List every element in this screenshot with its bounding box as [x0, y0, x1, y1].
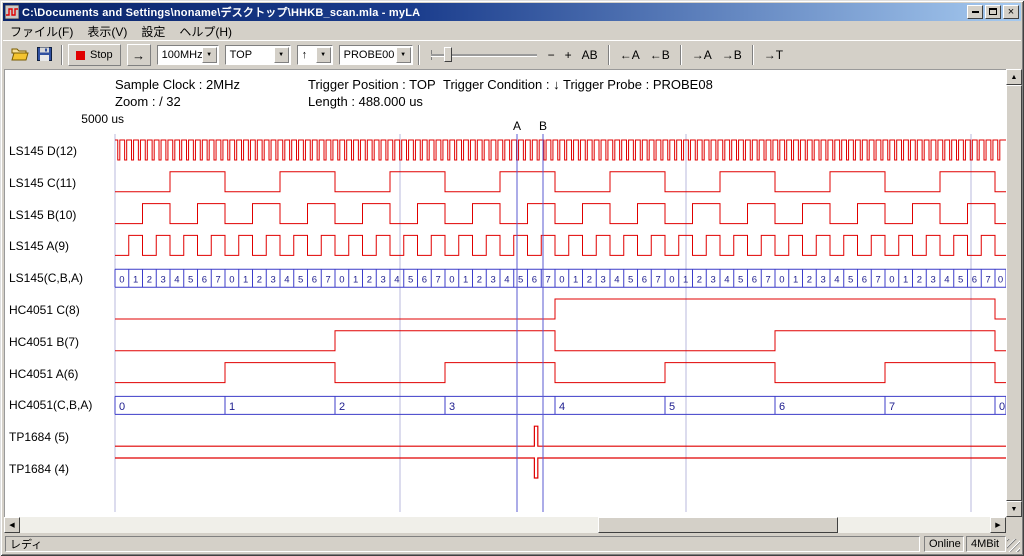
run-arrow-icon: →	[132, 48, 145, 63]
channel-label-tp1684-5: TP1684 (5)	[9, 430, 109, 444]
channel-label-ls145-b-10: LS145 B(10)	[9, 208, 109, 222]
stop-label: Stop	[90, 49, 113, 61]
toolbar-separator	[608, 45, 610, 65]
combo-sample-clock-value: 100MHz	[158, 49, 202, 61]
menu-help[interactable]: ヘルプ(H)	[172, 22, 239, 41]
resize-grip[interactable]	[1007, 539, 1020, 552]
sample-clock-text: Sample Clock : 2MHz	[115, 77, 240, 92]
save-button[interactable]	[32, 44, 56, 66]
timebase-label: 5000 us	[56, 112, 124, 126]
channel-label-ls145-c-b-a: LS145(C,B,A)	[9, 271, 109, 285]
combo-trigger-edge-value: ↑	[298, 49, 316, 61]
status-online-badge: Online	[924, 536, 964, 552]
channel-label-ls145-c-11: LS145 C(11)	[9, 176, 109, 190]
zoom-in-button[interactable]: +	[560, 45, 577, 65]
length-text: Length : 488.000 us	[308, 94, 423, 109]
combo-sample-clock[interactable]: 100MHz ▼	[157, 45, 219, 65]
zoom-text: Zoom : / 32	[115, 94, 181, 109]
statusbar: レディ Online 4MBit	[3, 535, 1021, 553]
app-icon	[5, 5, 19, 19]
scroll-right-icon: ▶	[995, 521, 1000, 529]
stop-icon	[76, 51, 85, 60]
menubar: ファイル(F) 表示(V) 設定 ヘルプ(H)	[3, 22, 1021, 40]
toolbar-separator	[752, 45, 754, 65]
channel-label-hc4051-b-7: HC4051 B(7)	[9, 335, 109, 349]
menu-settings[interactable]: 設定	[134, 22, 172, 41]
floppy-disk-icon	[37, 47, 52, 64]
vertical-scrollbar[interactable]: ▲ ▼	[1006, 69, 1022, 517]
ab-span-button[interactable]: AB	[577, 45, 603, 65]
chevron-down-icon[interactable]: ▼	[202, 47, 217, 63]
zoom-slider[interactable]	[431, 45, 537, 65]
horizontal-scroll-thumb[interactable]	[598, 517, 838, 533]
stop-button[interactable]: Stop	[68, 44, 121, 66]
channel-label-ls145-d-12: LS145 D(12)	[9, 144, 109, 158]
trigger-condition-text: Trigger Condition : ↓	[443, 77, 560, 92]
combo-trigger-edge[interactable]: ↑ ▼	[297, 45, 333, 65]
toolbar-separator	[61, 45, 63, 65]
combo-trigger-position-value: TOP	[226, 49, 274, 61]
scroll-up-button[interactable]: ▲	[1006, 69, 1022, 85]
scroll-right-button[interactable]: ▶	[990, 517, 1006, 533]
folder-open-icon	[11, 47, 29, 64]
scroll-down-icon: ▼	[1011, 506, 1018, 513]
app-window: C:\Documents and Settings\noname\デスクトップ\…	[0, 0, 1024, 556]
scroll-left-button[interactable]: ◀	[4, 517, 20, 533]
zoom-out-button[interactable]: −	[543, 45, 560, 65]
chevron-down-icon[interactable]: ▼	[396, 47, 411, 63]
combo-trigger-probe-value: PROBE00	[340, 49, 396, 61]
close-button[interactable]: ×	[1003, 5, 1019, 19]
chevron-down-icon[interactable]: ▼	[316, 47, 331, 63]
channel-label-hc4051-c-b-a: HC4051(C,B,A)	[9, 398, 109, 412]
scroll-down-button[interactable]: ▼	[1006, 501, 1022, 517]
status-memory-badge: 4MBit	[966, 536, 1006, 552]
maximize-button[interactable]	[985, 5, 1001, 19]
menu-file[interactable]: ファイル(F)	[3, 22, 80, 41]
goto-trigger-button[interactable]: →T	[759, 45, 788, 65]
zoom-slider-thumb[interactable]	[444, 47, 452, 62]
combo-trigger-position[interactable]: TOP ▼	[225, 45, 291, 65]
toolbar: Stop → 100MHz ▼ TOP ▼ ↑ ▼ PROBE00 ▼ − + …	[3, 40, 1021, 69]
channel-label-hc4051-a-6: HC4051 A(6)	[9, 367, 109, 381]
status-ready: レディ	[5, 536, 920, 552]
channel-label-tp1684-4: TP1684 (4)	[9, 462, 109, 476]
open-file-button[interactable]	[8, 44, 32, 66]
minimize-button[interactable]	[967, 5, 983, 19]
horizontal-scrollbar[interactable]: ◀ ▶	[4, 517, 1006, 533]
run-button[interactable]: →	[127, 44, 151, 66]
chevron-down-icon[interactable]: ▼	[274, 47, 289, 63]
waveform-canvas[interactable]	[4, 69, 1006, 517]
vertical-scroll-thumb[interactable]	[1006, 85, 1022, 501]
maximize-icon	[989, 8, 997, 15]
goto-marker-b-right-button[interactable]: →B	[717, 45, 747, 65]
goto-marker-a-right-button[interactable]: →A	[687, 45, 717, 65]
minimize-icon	[972, 11, 979, 13]
window-title: C:\Documents and Settings\noname\デスクトップ\…	[22, 4, 964, 20]
menu-view[interactable]: 表示(V)	[80, 22, 134, 41]
combo-trigger-probe[interactable]: PROBE00 ▼	[339, 45, 413, 65]
scrollbar-corner	[1006, 517, 1022, 533]
trigger-probe-text: Trigger Probe : PROBE08	[563, 77, 713, 92]
scroll-up-icon: ▲	[1011, 74, 1018, 81]
titlebar: C:\Documents and Settings\noname\デスクトップ\…	[3, 3, 1021, 21]
toolbar-separator	[680, 45, 682, 65]
trigger-position-text: Trigger Position : TOP	[308, 77, 436, 92]
goto-marker-b-left-button[interactable]: ←B	[645, 45, 675, 65]
channel-label-ls145-a-9: LS145 A(9)	[9, 239, 109, 253]
toolbar-separator	[418, 45, 420, 65]
channel-label-hc4051-c-8: HC4051 C(8)	[9, 303, 109, 317]
goto-marker-a-left-button[interactable]: ←A	[615, 45, 645, 65]
scroll-left-icon: ◀	[9, 521, 14, 529]
